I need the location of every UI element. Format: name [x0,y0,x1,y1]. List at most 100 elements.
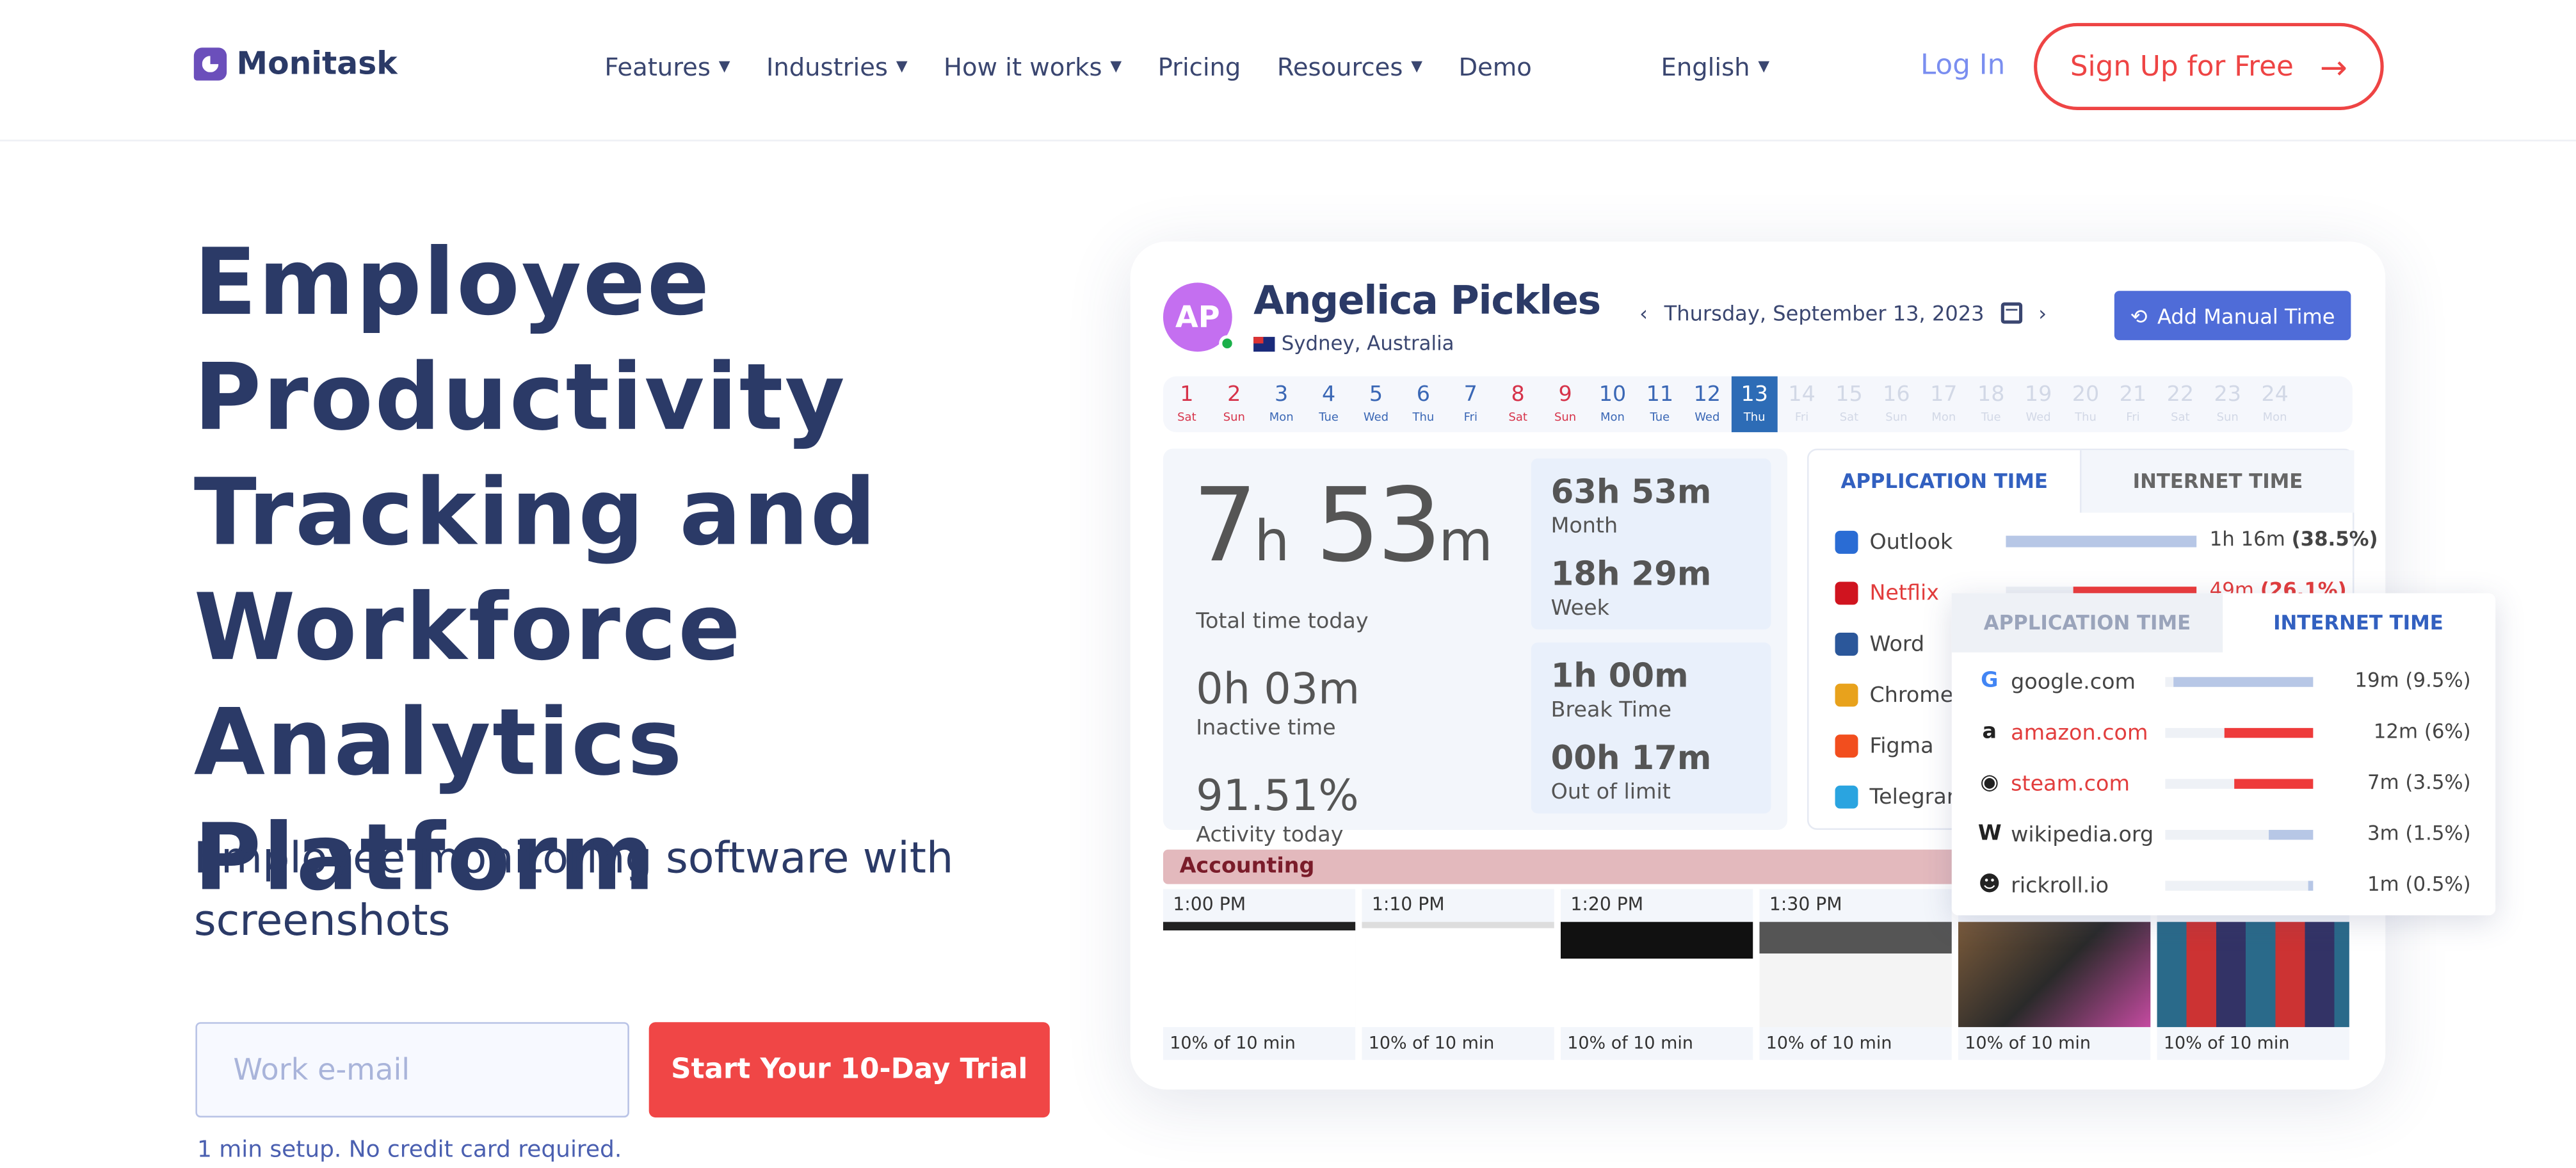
day-number: 21 [2119,382,2147,408]
total-minutes: 53 [1315,465,1442,585]
signup-label: Sign Up for Free [2070,50,2294,83]
day-cell[interactable]: 13 Thu [1730,376,1778,432]
tab-internet-time[interactable]: INTERNET TIME [2081,450,2355,513]
day-cell[interactable]: 11 Tue [1636,377,1684,432]
day-cell[interactable]: 4 Tue [1305,377,1353,432]
day-cell[interactable]: 3 Mon [1258,377,1305,432]
date-navigator: ‹ Thursday, September 13, 2023 › [1639,301,2047,325]
screenshot-thumbnail[interactable] [1759,921,1952,1027]
online-status-dot [1219,335,1236,352]
day-weekday: Sat [1508,410,1527,425]
start-trial-button[interactable]: Start Your 10-Day Trial [648,1022,1050,1118]
day-number: 6 [1416,382,1431,408]
screenshot-tile[interactable]: 1:00 PM 10% of 10 min [1163,889,1356,1060]
nav-item-industries[interactable]: Industries ▼ [766,53,908,82]
figma-icon [1835,734,1858,758]
site-name: wikipedia.org [2011,822,2154,847]
screenshot-thumbnail[interactable] [1958,921,2151,1027]
screenshot-activity: 10% of 10 min [1170,1034,1296,1053]
day-number: 17 [1930,382,1958,408]
screenshot-thumbnail[interactable] [1362,921,1554,1027]
nav-item-how-it-works[interactable]: How it works ▼ [944,53,1122,82]
site-time-value: 3m (1.5%) [2367,822,2471,845]
out-of-limit-value: 00h 17m [1550,738,1712,777]
hero-subtitle: Employee monitoring software with screen… [193,834,954,947]
app-duration: 1h 16m [2209,527,2285,551]
signup-button[interactable]: Sign Up for Free → [2034,22,2384,110]
day-cell[interactable]: 2 Sun [1211,377,1258,432]
site-percent: (6%) [2424,720,2471,743]
day-cell: 24 Mon [2251,377,2299,432]
screenshot-tile[interactable]: 1:30 PM 10% of 10 min [1759,889,1952,1060]
login-link[interactable]: Log In [1920,49,2005,82]
day-cell[interactable]: 8 Sat [1494,377,1542,432]
total-time-label: Total time today [1196,610,1369,635]
brand-logo[interactable]: Monitask [193,46,398,82]
popup-tab-internet-time[interactable]: INTERNET TIME [2223,593,2493,652]
chevron-right-icon[interactable]: › [2038,301,2047,325]
day-cell[interactable]: 6 Thu [1399,377,1447,432]
popup-tabs: APPLICATION TIME INTERNET TIME [1951,593,2495,653]
screenshot-thumbnail[interactable] [1163,921,1356,1027]
screenshot-time: 1:30 PM [1769,894,1842,916]
screenshot-activity: 10% of 10 min [1567,1034,1693,1053]
site-row: ☻ rickroll.io 1m (0.5%) [1978,870,2470,902]
site-row: Ggoogle.com 19m (9.5%) [1978,665,2471,698]
calendar-icon[interactable] [2000,302,2022,324]
day-cell: 22 Sat [2157,377,2204,432]
top-nav: Monitask Features ▼ Industries ▼ How it wo… [0,0,2576,142]
nav-item-demo[interactable]: Demo [1458,53,1531,82]
break-label: Break Time [1550,698,1672,724]
netflix-icon [1835,581,1858,605]
nav-item-resources[interactable]: Resources ▼ [1277,53,1422,82]
time-tabs: APPLICATION TIME INTERNET TIME [1808,450,2356,513]
screenshot-tile[interactable]: 1:10 PM 10% of 10 min [1362,889,1554,1060]
day-cell: 18 Tue [1967,377,2015,432]
app-name: Chrome [1869,683,1954,708]
nav-item-features[interactable]: Features ▼ [604,53,730,82]
day-number: 8 [1511,382,1525,408]
day-cell[interactable]: 9 Sun [1542,377,1589,432]
day-number: 4 [1321,382,1336,408]
activity-label: Activity today [1196,823,1344,848]
chevron-down-icon: ▼ [896,59,908,76]
setup-note: 1 min setup. No credit card required. [197,1137,622,1164]
popup-tab-application-time[interactable]: APPLICATION TIME [1951,593,2223,653]
work-email-input[interactable] [195,1022,629,1118]
outlook-icon [1835,530,1858,554]
screenshot-thumbnail[interactable] [1560,921,1753,1027]
day-cell[interactable]: 12 Wed [1684,377,1731,432]
add-manual-time-button[interactable]: ⟲ Add Manual Time [2114,291,2351,341]
day-cell[interactable]: 7 Fri [1447,377,1494,432]
site-time-value: 12m (6%) [2374,720,2471,743]
day-cell: 15 Sat [1826,377,1873,432]
chevron-left-icon[interactable]: ‹ [1639,301,1648,325]
site-row: Wwikipedia.org 3m (1.5%) [1978,818,2471,851]
break-value: 1h 00m [1550,655,1689,695]
app-row: Outlook 1h 16m (38.5%) [1835,526,2378,558]
day-weekday: Sun [1885,410,1908,425]
site-duration: 3m [2367,822,2399,845]
language-select[interactable]: English ▼ [1661,53,1770,82]
day-number: 23 [2214,382,2241,408]
main-menu: Features ▼ Industries ▼ How it works ▼ Pric… [604,53,1568,82]
day-cell[interactable]: 1 Sat [1163,377,1211,432]
site-percent: (1.5%) [2405,822,2471,845]
day-cell[interactable]: 5 Wed [1353,377,1400,432]
nav-item-pricing[interactable]: Pricing [1158,53,1241,82]
day-number: 13 [1741,382,1768,408]
day-weekday: Thu [2075,410,2097,425]
day-number: 11 [1646,382,1674,408]
screenshot-thumbnail[interactable] [2157,921,2349,1027]
location-text: Sydney, Australia [1281,332,1454,355]
employee-name: Angelica Pickles [1253,277,1601,324]
nav-label: Industries [766,53,889,83]
tab-application-time[interactable]: APPLICATION TIME [1808,450,2082,513]
screenshot-activity: 10% of 10 min [1368,1034,1495,1053]
screenshot-tile[interactable]: 1:20 PM 10% of 10 min [1560,889,1753,1060]
site-duration: 7m [2367,770,2399,794]
amazon-icon: a [1982,720,1997,745]
day-weekday: Sat [1839,410,1859,425]
day-cell[interactable]: 10 Mon [1589,377,1636,432]
usage-bar [2165,880,2314,891]
